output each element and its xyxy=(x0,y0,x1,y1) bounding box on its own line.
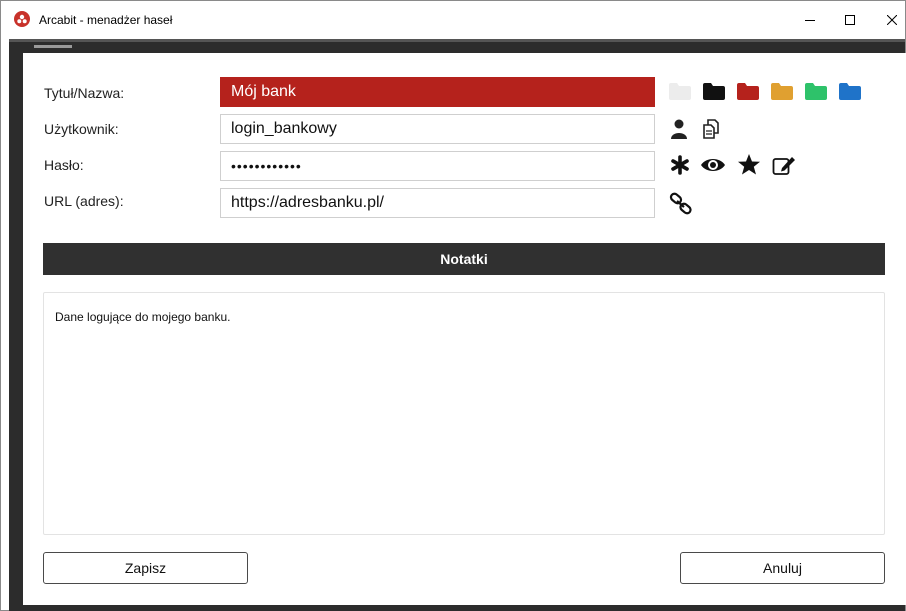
maximize-icon xyxy=(845,15,855,25)
title-input[interactable]: Mój bank xyxy=(220,77,655,107)
close-icon xyxy=(887,15,897,25)
arcabit-logo-icon xyxy=(14,11,30,27)
copy-icon[interactable] xyxy=(701,118,725,140)
password-input[interactable]: •••••••••••• xyxy=(220,151,655,181)
notes-header: Notatki xyxy=(43,243,885,275)
title-label: Tytuł/Nazwa: xyxy=(44,85,125,101)
app-window: Arcabit - menadżer haseł Tytuł/Nazwa: Mó… xyxy=(0,0,906,611)
folder-black-icon[interactable] xyxy=(703,83,725,100)
edit-icon[interactable] xyxy=(772,154,796,176)
eye-icon[interactable] xyxy=(700,156,726,174)
backdrop-strip xyxy=(9,39,905,42)
url-label: URL (adres): xyxy=(44,193,124,209)
folder-orange-icon[interactable] xyxy=(771,83,793,100)
title-bar: Arcabit - menadżer haseł xyxy=(1,1,905,39)
notes-textarea[interactable]: Dane logujące do mojego banku. xyxy=(43,292,885,535)
user-input[interactable]: login_bankowy xyxy=(220,114,655,144)
maximize-button[interactable] xyxy=(827,1,873,39)
backdrop-tab xyxy=(34,45,72,48)
folder-red-icon[interactable] xyxy=(737,83,759,100)
folder-green-icon[interactable] xyxy=(805,83,827,100)
asterisk-icon[interactable] xyxy=(670,155,690,175)
password-label: Hasło: xyxy=(44,157,84,173)
star-icon[interactable] xyxy=(737,153,761,175)
save-button[interactable]: Zapisz xyxy=(43,552,248,584)
user-label: Użytkownik: xyxy=(44,121,119,137)
cancel-button[interactable]: Anuluj xyxy=(680,552,885,584)
url-input[interactable]: https://adresbanku.pl/ xyxy=(220,188,655,218)
minimize-icon xyxy=(805,20,815,21)
close-button[interactable] xyxy=(869,1,906,39)
window-title: Arcabit - menadżer haseł xyxy=(39,13,173,27)
folder-white-icon[interactable] xyxy=(669,83,691,100)
link-icon[interactable] xyxy=(669,192,693,216)
folder-blue-icon[interactable] xyxy=(839,83,861,100)
user-icon[interactable] xyxy=(671,119,687,139)
